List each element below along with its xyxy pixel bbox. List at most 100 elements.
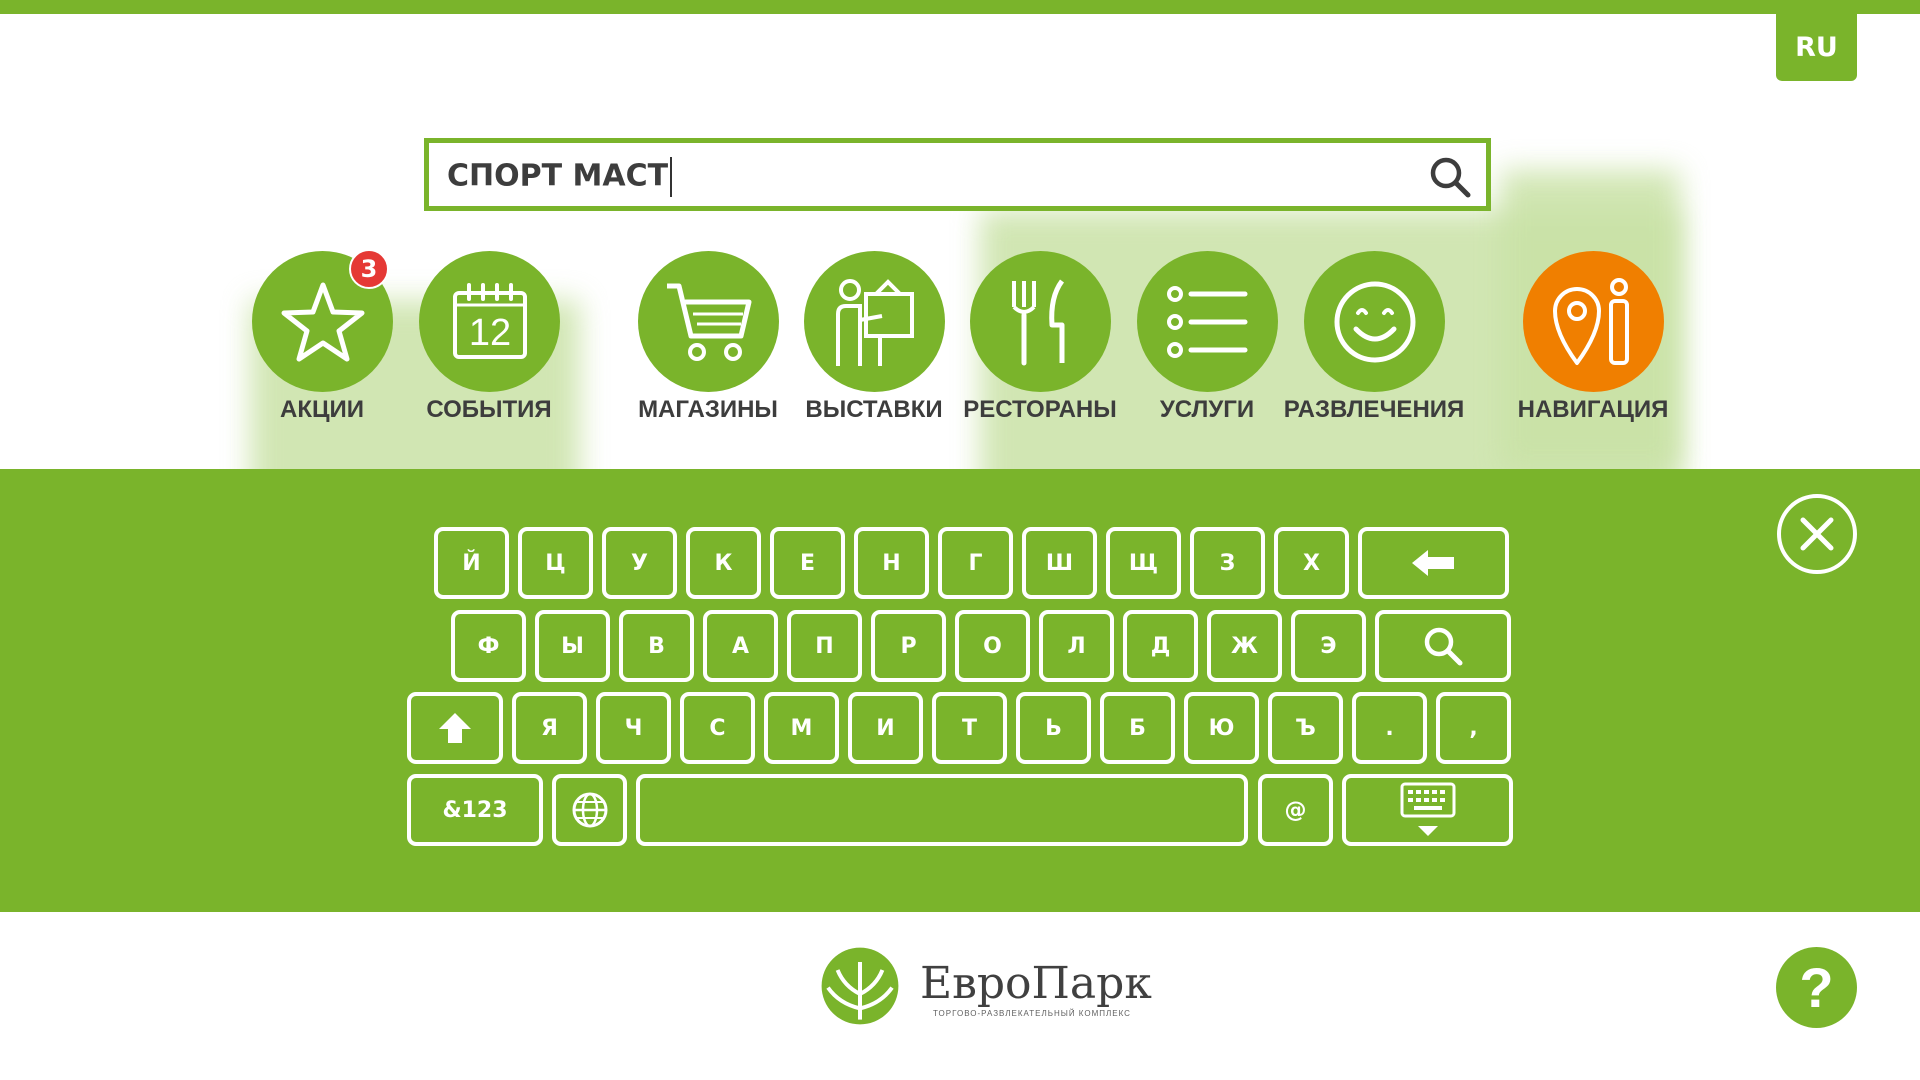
search-icon	[1424, 627, 1463, 666]
hide-keyboard-key[interactable]	[1342, 774, 1513, 846]
key-label: В	[648, 633, 665, 659]
key[interactable]: З	[1190, 527, 1265, 599]
key[interactable]: Ъ	[1268, 692, 1343, 764]
key-label: З	[1219, 550, 1236, 576]
key[interactable]: А	[703, 610, 778, 682]
key[interactable]: Ц	[518, 527, 593, 599]
key-label: О	[983, 633, 1002, 659]
search-input[interactable]: СПОРТ МАСТ	[447, 157, 673, 197]
key[interactable]: Ч	[596, 692, 671, 764]
key[interactable]: .	[1352, 692, 1427, 764]
key[interactable]: Д	[1123, 610, 1198, 682]
key-label: К	[714, 550, 733, 576]
key-label: Ш	[1045, 550, 1074, 576]
key-label: Й	[462, 550, 481, 576]
key[interactable]: В	[619, 610, 694, 682]
shift-key[interactable]	[407, 692, 503, 764]
key-label: Ц	[545, 550, 566, 576]
key[interactable]: Р	[871, 610, 946, 682]
key-label: .	[1385, 715, 1394, 741]
help-label: ?	[1799, 956, 1834, 1019]
key-label: ,	[1469, 715, 1478, 741]
key-label: Ж	[1231, 633, 1258, 659]
category-circle	[804, 251, 945, 392]
star-icon	[281, 282, 364, 361]
shift-arrow-icon	[439, 713, 471, 743]
backspace-key[interactable]	[1358, 527, 1509, 599]
key[interactable]: Б	[1100, 692, 1175, 764]
close-keyboard-button[interactable]	[1777, 494, 1857, 574]
search-value: СПОРТ МАСТ	[447, 158, 669, 194]
key-label: Ь	[1045, 715, 1062, 741]
key-label: П	[815, 633, 834, 659]
key-label: Р	[900, 633, 917, 659]
key-label: Г	[968, 550, 983, 576]
brand-tagline: ТОРГОВО-РАЗВЛЕКАТЕЛЬНЫЙ КОМПЛЕКС	[933, 1009, 1131, 1018]
key[interactable]: Ж	[1207, 610, 1282, 682]
key-label: Ф	[477, 633, 500, 659]
language-button[interactable]: RU	[1776, 14, 1857, 81]
key[interactable]: П	[787, 610, 862, 682]
key[interactable]: ,	[1436, 692, 1511, 764]
language-label: RU	[1795, 32, 1838, 63]
key[interactable]: Х	[1274, 527, 1349, 599]
help-button[interactable]: ?	[1776, 947, 1857, 1028]
search-key[interactable]	[1375, 610, 1511, 682]
key[interactable]: М	[764, 692, 839, 764]
key-label: Щ	[1128, 550, 1159, 576]
key[interactable]: Й	[434, 527, 509, 599]
language-switch-key[interactable]	[552, 774, 627, 846]
key[interactable]: О	[955, 610, 1030, 682]
key-label: А	[731, 633, 750, 659]
key-label: М	[790, 715, 813, 741]
brand-name: ЕвроПарк	[920, 958, 1152, 1009]
smile-icon	[1334, 281, 1415, 362]
backspace-arrow-icon	[1411, 550, 1454, 576]
key-label: Л	[1067, 633, 1086, 659]
calendar-day: 12	[468, 312, 510, 354]
symbols-key[interactable]: &123	[407, 774, 543, 846]
space-key[interactable]	[636, 774, 1248, 846]
key[interactable]: Э	[1291, 610, 1366, 682]
fork-knife-icon	[1011, 279, 1064, 365]
cart-icon	[666, 283, 751, 361]
key[interactable]: Ш	[1022, 527, 1097, 599]
category-circle: 12	[419, 251, 560, 392]
key[interactable]: С	[680, 692, 755, 764]
search-icon[interactable]	[1428, 155, 1472, 199]
globe-icon	[572, 792, 607, 828]
key-label: Э	[1320, 633, 1337, 659]
category-circle	[638, 251, 779, 392]
category-circle	[970, 251, 1111, 392]
key[interactable]: Ь	[1016, 692, 1091, 764]
key[interactable]: К	[686, 527, 761, 599]
key-label: Е	[799, 550, 816, 576]
key[interactable]: Е	[770, 527, 845, 599]
key[interactable]: Г	[938, 527, 1013, 599]
category-label: СОБЫТИЯ	[426, 396, 552, 423]
key-label: Т	[961, 715, 977, 741]
key-label: И	[876, 715, 895, 741]
key[interactable]: Щ	[1106, 527, 1181, 599]
key[interactable]: Т	[932, 692, 1007, 764]
at-key[interactable]: @	[1258, 774, 1333, 846]
key[interactable]: Н	[854, 527, 929, 599]
key[interactable]: У	[602, 527, 677, 599]
category-circle	[1137, 251, 1278, 392]
key[interactable]: Ю	[1184, 692, 1259, 764]
key-label: У	[631, 550, 648, 576]
exhibition-icon	[835, 278, 914, 366]
key-label: Н	[882, 550, 901, 576]
notification-badge: 3	[349, 249, 389, 289]
key[interactable]: Ы	[535, 610, 610, 682]
search-field[interactable]: СПОРТ МАСТ	[424, 138, 1491, 211]
key-label: Ы	[561, 633, 584, 659]
key[interactable]: И	[848, 692, 923, 764]
key-label: Д	[1150, 633, 1171, 659]
key-label: С	[709, 715, 726, 741]
key[interactable]: Л	[1039, 610, 1114, 682]
key-label: @	[1284, 797, 1307, 823]
key[interactable]: Ф	[451, 610, 526, 682]
close-icon	[1800, 517, 1834, 551]
key[interactable]: Я	[512, 692, 587, 764]
